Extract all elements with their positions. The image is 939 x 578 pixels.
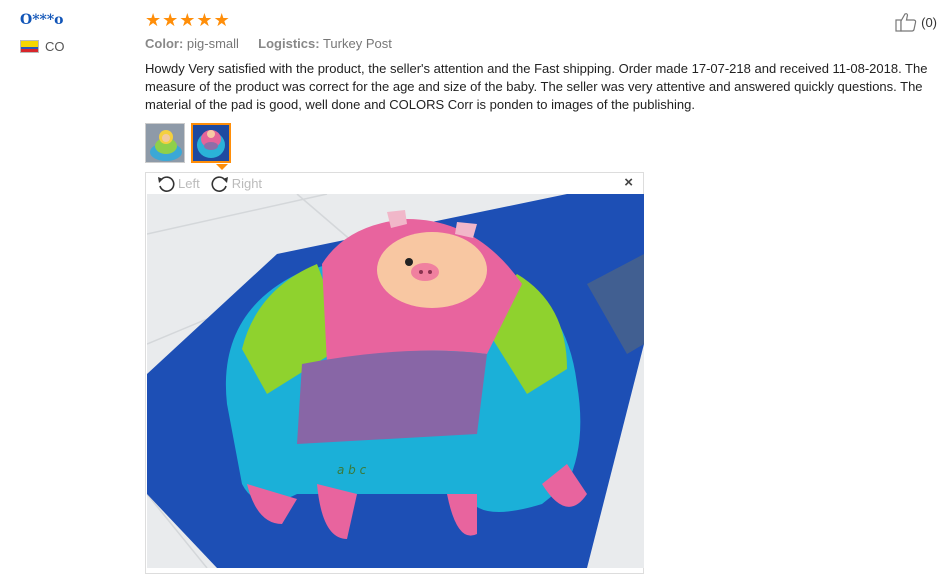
image-viewer: Left Right × a b c — [145, 172, 644, 574]
selected-thumbnail-indicator — [216, 164, 228, 170]
helpful-button[interactable]: (0) — [895, 12, 937, 32]
country-code: CO — [45, 39, 65, 54]
color-label: Color: — [145, 36, 184, 51]
thumbnail-1[interactable] — [145, 123, 185, 163]
thumbnail-2-selected[interactable] — [191, 123, 231, 163]
order-meta: Color: pig-small Logistics: Turkey Post — [145, 36, 392, 51]
star-icon: ★ — [145, 10, 162, 30]
review-image-thumbnails — [145, 123, 231, 163]
logistics-label: Logistics: — [258, 36, 320, 51]
viewer-toolbar: Left Right × — [146, 173, 643, 194]
like-count: (0) — [921, 14, 937, 30]
thumbs-up-icon[interactable] — [895, 12, 917, 32]
logistics-value: Turkey Post — [322, 36, 392, 51]
rating-stars: ★ ★ ★ ★ ★ — [145, 10, 230, 30]
reviewer-info: O***o CO — [20, 12, 65, 54]
reviewer-name[interactable]: O***o — [20, 12, 64, 28]
star-icon: ★ — [213, 10, 230, 30]
star-icon: ★ — [196, 10, 213, 30]
review-photo: a b c — [147, 194, 644, 568]
rotate-right-icon — [211, 175, 228, 192]
star-icon: ★ — [162, 10, 179, 30]
rotate-left-label: Left — [178, 176, 200, 191]
color-value: pig-small — [186, 36, 239, 51]
star-icon: ★ — [179, 10, 196, 30]
reviewer-country: CO — [20, 39, 65, 54]
rotate-right-label: Right — [231, 176, 263, 191]
review-text: Howdy Very satisfied with the product, t… — [145, 61, 928, 112]
rotate-left-icon — [158, 175, 175, 192]
rotate-left-button[interactable]: Left — [156, 175, 200, 193]
colombia-flag-icon — [20, 40, 39, 53]
close-icon[interactable]: × — [624, 174, 633, 191]
rotate-right-button[interactable]: Right — [210, 175, 262, 193]
svg-text:a b c: a b c — [337, 463, 367, 477]
